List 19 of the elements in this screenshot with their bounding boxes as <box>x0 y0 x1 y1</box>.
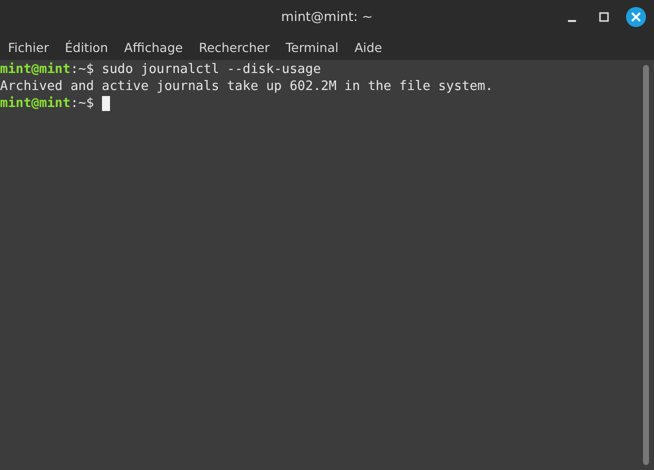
menu-item[interactable]: Affichage <box>124 40 183 54</box>
command-text: sudo journalctl --disk-usage <box>100 61 321 78</box>
prompt-path: :~$ <box>70 95 94 112</box>
close-button[interactable] <box>626 7 646 27</box>
window-title: mint@mint: ~ <box>281 10 373 24</box>
close-icon <box>631 12 641 22</box>
menu-item[interactable]: Terminal <box>286 40 338 54</box>
menu-item[interactable]: Édition <box>64 40 108 54</box>
maximize-icon <box>599 12 609 22</box>
menu-item[interactable]: Aide <box>354 40 382 54</box>
prompt-path: :~$ <box>70 61 94 78</box>
prompt-user: mint@mint <box>0 95 70 112</box>
minimize-icon <box>568 20 576 22</box>
scrollbar[interactable] <box>643 65 649 465</box>
text-cursor <box>102 96 110 111</box>
menu-item[interactable]: Rechercher <box>198 40 270 54</box>
output-text: Archived and active journals take up 602.2M in the file system. <box>0 78 494 95</box>
menu-item[interactable]: Fichier <box>8 40 49 54</box>
prompt-user: mint@mint <box>0 61 70 78</box>
